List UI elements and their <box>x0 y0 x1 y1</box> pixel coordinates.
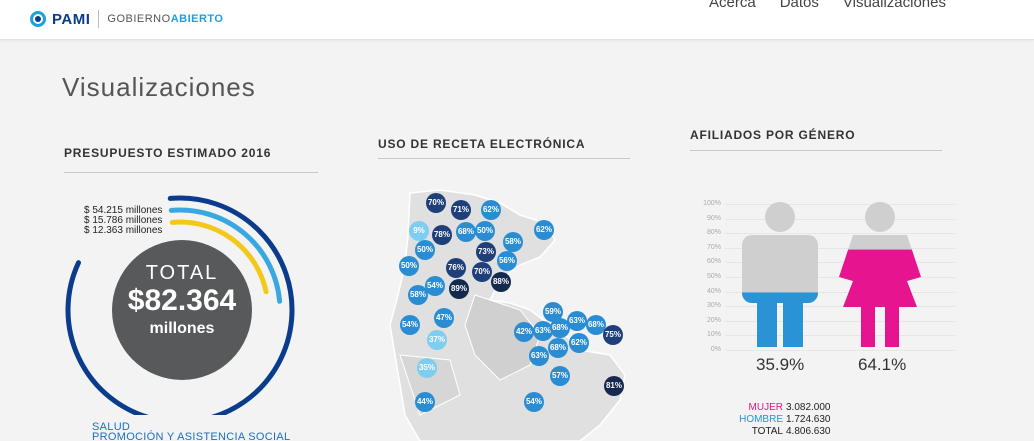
male-figure-icon <box>742 202 818 347</box>
stat-row-total: TOTAL 4.806.630 <box>735 426 831 437</box>
map-pin[interactable]: 89% <box>449 279 469 299</box>
map-pin[interactable]: 75% <box>603 325 623 345</box>
map-pin[interactable]: 76% <box>446 258 466 278</box>
male-fill-level <box>742 292 818 347</box>
axis-tick-label: 20% <box>706 316 721 324</box>
logo-brand-text: PAMI <box>52 10 91 28</box>
category-promocion: PROMOCIÓN Y ASISTENCIA SOCIAL <box>92 431 291 441</box>
map-pin[interactable]: 54% <box>524 392 544 412</box>
map-pin[interactable]: 42% <box>514 322 534 342</box>
total-unit: millones <box>149 320 215 337</box>
stat-label: MUJER <box>748 402 783 413</box>
gender-figures <box>742 202 921 347</box>
main-nav: Acerca Datos Visualizaciones <box>709 0 946 11</box>
female-fill-level <box>839 249 921 347</box>
map-pin[interactable]: 81% <box>604 376 624 396</box>
axis-tick-label: 40% <box>706 287 721 295</box>
logo-subtitle: GOBIERNOABIERTO <box>107 13 223 25</box>
map-pin[interactable]: 57% <box>550 366 570 386</box>
map-pin[interactable]: 73% <box>476 242 496 262</box>
map-pin[interactable]: 70% <box>472 262 492 282</box>
map-pin[interactable]: 35% <box>417 358 437 378</box>
pami-logo[interactable]: PAMI GOBIERNOABIERTO <box>30 10 224 28</box>
map-pin[interactable]: 54% <box>400 315 420 335</box>
map-pin[interactable]: 71% <box>451 200 471 220</box>
nav-link-acerca[interactable]: Acerca <box>709 0 756 11</box>
budget-total-circle: TOTAL $82.364 millones <box>112 240 252 380</box>
prescription-divider <box>378 158 630 159</box>
page-title: Visualizaciones <box>62 72 256 102</box>
budget-divider <box>64 172 318 173</box>
map-pin[interactable]: 68% <box>456 222 476 242</box>
map-pin[interactable]: 50% <box>475 221 495 241</box>
map-pin[interactable]: 50% <box>415 240 435 260</box>
map-pin[interactable]: 56% <box>497 251 517 271</box>
map-pin[interactable]: 70% <box>426 193 446 213</box>
nav-link-visualizaciones[interactable]: Visualizaciones <box>843 0 946 11</box>
axis-tick-label: 60% <box>706 258 721 266</box>
map-pin[interactable]: 62% <box>481 200 501 220</box>
map-pin[interactable]: 63% <box>567 311 587 331</box>
map-pin[interactable]: 47% <box>434 308 454 328</box>
stat-label: TOTAL <box>751 426 783 437</box>
map-pin[interactable]: 78% <box>432 225 452 245</box>
nav-link-datos[interactable]: Datos <box>780 0 819 11</box>
map-pin[interactable]: 58% <box>408 285 428 305</box>
axis-tick-label: 50% <box>706 273 721 280</box>
map-pin[interactable]: 68% <box>548 338 568 358</box>
total-label: TOTAL <box>145 262 219 284</box>
axis-tick-label: 70% <box>706 243 721 251</box>
budget-section-title: PRESUPUESTO ESTIMADO 2016 <box>64 146 272 160</box>
map-pin[interactable]: 62% <box>569 333 589 353</box>
map-pin[interactable]: 54% <box>425 276 445 296</box>
female-percentage: 64.1% <box>858 355 907 374</box>
logo-subtitle-b: ABIERTO <box>170 13 224 25</box>
map-pin[interactable]: 44% <box>415 392 435 412</box>
stat-label: HOMBRE <box>739 414 783 425</box>
map-pin[interactable]: 37% <box>427 330 447 350</box>
total-amount: $82.364 <box>127 284 237 317</box>
axis-tick-label: 30% <box>706 302 721 310</box>
pami-logo-icon <box>30 11 46 27</box>
gender-divider <box>690 150 942 151</box>
map-pin[interactable]: 58% <box>503 232 523 252</box>
stat-value: 1.724.630 <box>786 414 831 425</box>
map-pin[interactable]: 62% <box>534 220 554 240</box>
male-percentage: 35.9% <box>756 355 805 374</box>
map-pin[interactable]: 50% <box>399 256 419 276</box>
axis-tick-label: 100% <box>703 200 721 207</box>
logo-separator <box>98 10 100 28</box>
axis-tick-label: 90% <box>706 214 721 222</box>
map-pin[interactable]: 88% <box>491 272 511 292</box>
stat-value: 4.806.630 <box>786 426 831 437</box>
gender-section-title: AFILIADOS POR GÉNERO <box>690 128 856 142</box>
axis-tick-label: 10% <box>706 331 721 339</box>
map-pin[interactable]: 63% <box>529 346 549 366</box>
logo-subtitle-a: GOBIERNO <box>107 13 171 25</box>
stat-value: 3.082.000 <box>786 402 831 413</box>
map-pin[interactable]: 9% <box>409 221 429 241</box>
prescription-section-title: USO DE RECETA ELECTRÓNICA <box>378 137 586 151</box>
axis-tick-label: 80% <box>706 229 721 237</box>
top-navigation-bar: PAMI GOBIERNOABIERTO Acerca Datos Visual… <box>0 0 1034 40</box>
stat-row-hombre: HOMBRE 1.724.630 <box>735 414 831 425</box>
female-figure-icon <box>839 202 921 347</box>
stat-row-mujer: MUJER 3.082.000 <box>735 402 831 413</box>
axis-tick-label: 0% <box>710 346 721 353</box>
